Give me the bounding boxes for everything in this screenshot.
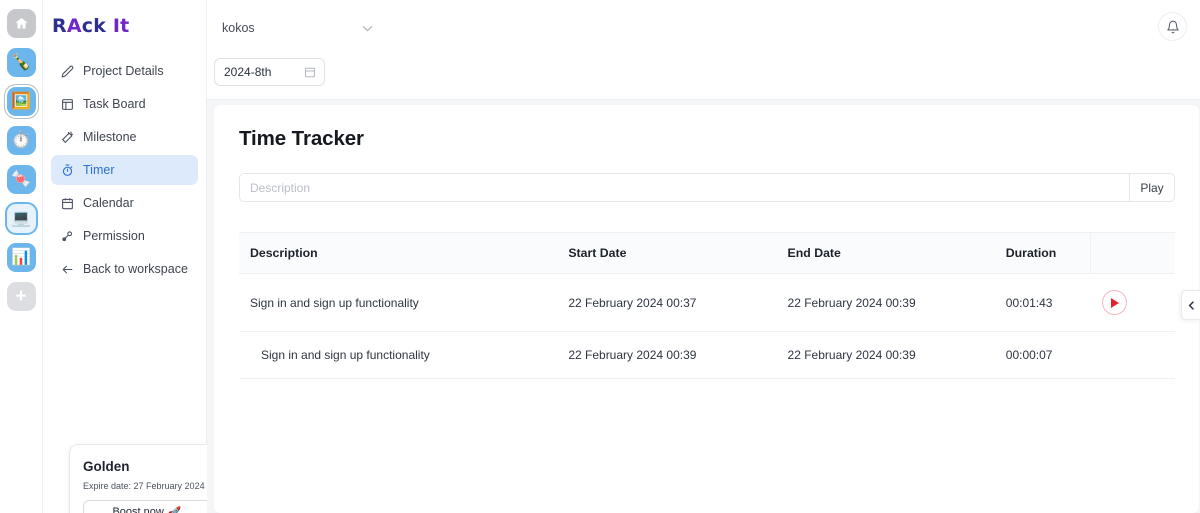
arrow-left-icon bbox=[60, 262, 74, 276]
sidebar-item-label: Timer bbox=[83, 163, 115, 177]
golden-plan-card: Golden Expire date: 27 February 2024 Boo… bbox=[69, 444, 225, 513]
play-triangle-icon bbox=[1111, 297, 1120, 308]
logo-part-1: R bbox=[52, 15, 67, 37]
sidebar-item-timer[interactable]: Timer bbox=[51, 155, 198, 185]
calendar-icon bbox=[305, 67, 315, 78]
sidebar-item-back-to-workspace[interactable]: Back to workspace bbox=[51, 254, 198, 284]
sidebar-item-project-details[interactable]: Project Details bbox=[51, 56, 198, 86]
table-body: Sign in and sign up functionality 22 Feb… bbox=[239, 273, 1175, 379]
description-input[interactable] bbox=[239, 173, 1129, 202]
table-head: Description Start Date End Date Duration bbox=[239, 232, 1175, 274]
cell-start-date: 22 February 2024 00:37 bbox=[557, 273, 777, 332]
chevron-left-icon bbox=[1188, 300, 1194, 310]
sidebar-item-milestone[interactable]: Milestone bbox=[51, 122, 198, 152]
app-logo-text: RAck It bbox=[52, 15, 129, 37]
project-avatar-gallery[interactable]: 🖼️ bbox=[6, 87, 36, 116]
project-selector[interactable]: kokos bbox=[222, 14, 377, 42]
row-play-button[interactable] bbox=[1101, 290, 1127, 315]
sidebar-item-label: Project Details bbox=[83, 64, 164, 78]
sidebar-nav: Project Details Task Board Milestone Tim… bbox=[43, 52, 206, 284]
chevron-down-icon bbox=[362, 25, 373, 32]
sidebar-item-label: Task Board bbox=[83, 97, 146, 111]
project-avatar-candy[interactable]: 🍬 bbox=[6, 165, 36, 194]
rocket-icon: 🚀 bbox=[167, 506, 182, 513]
stopwatch-icon bbox=[60, 163, 74, 177]
column-header-end-date: End Date bbox=[776, 232, 995, 274]
date-picker-value: 2024-8th bbox=[224, 65, 272, 79]
column-header-actions bbox=[1090, 232, 1175, 274]
cell-start-date: 22 February 2024 00:39 bbox=[557, 331, 777, 379]
project-icon-rail: 🍾 🖼️ ⏱️ 🍬 💻 📊 + bbox=[0, 0, 43, 513]
cell-description: Sign in and sign up functionality bbox=[239, 331, 558, 379]
cell-description: Sign in and sign up functionality bbox=[239, 273, 558, 332]
table-row[interactable]: Sign in and sign up functionality 22 Feb… bbox=[239, 273, 1175, 332]
page-title: Time Tracker bbox=[239, 127, 364, 150]
logo-part-4: It bbox=[112, 15, 130, 37]
cell-actions bbox=[1090, 273, 1175, 332]
main-area: kokos 2024-8th Time Tracker Play Descrip… bbox=[207, 0, 1200, 513]
project-avatar-timer[interactable]: ⏱️ bbox=[6, 126, 36, 155]
sidebar-item-label: Permission bbox=[83, 229, 145, 243]
play-button[interactable]: Play bbox=[1129, 173, 1175, 202]
table-header-row: Description Start Date End Date Duration bbox=[239, 232, 1175, 274]
date-picker-input[interactable]: 2024-8th bbox=[214, 58, 325, 86]
column-header-duration: Duration bbox=[994, 232, 1091, 274]
home-icon[interactable] bbox=[6, 9, 36, 38]
project-avatar-bottle[interactable]: 🍾 bbox=[6, 48, 36, 77]
time-entries-table: Description Start Date End Date Duration… bbox=[239, 232, 1175, 379]
table-row[interactable]: Sign in and sign up functionality 22 Feb… bbox=[239, 331, 1175, 379]
project-avatar-laptop[interactable]: 💻 bbox=[6, 204, 36, 233]
cell-duration: 00:01:43 bbox=[994, 273, 1091, 332]
boost-now-label: Boost now bbox=[112, 506, 164, 513]
collapse-panel-button[interactable] bbox=[1181, 290, 1200, 320]
tracker-input-row: Play bbox=[239, 173, 1175, 202]
sidebar-item-label: Milestone bbox=[83, 130, 137, 144]
sidebar-item-calendar[interactable]: Calendar bbox=[51, 188, 198, 218]
column-header-description: Description bbox=[239, 232, 558, 274]
pencil-icon bbox=[60, 64, 74, 78]
content-wrapper: Time Tracker Play Description Start Date… bbox=[207, 100, 1200, 513]
project-selector-value: kokos bbox=[222, 21, 255, 35]
boost-now-button[interactable]: Boost now 🚀 bbox=[83, 500, 211, 513]
cell-end-date: 22 February 2024 00:39 bbox=[776, 273, 995, 332]
cell-end-date: 22 February 2024 00:39 bbox=[776, 331, 995, 379]
board-icon bbox=[60, 97, 74, 111]
magic-wand-icon bbox=[60, 130, 74, 144]
cell-actions bbox=[1090, 331, 1175, 379]
sidebar: RAck It Project Details Task Board Miles… bbox=[43, 0, 225, 513]
golden-plan-title: Golden bbox=[83, 459, 130, 474]
sidebar-item-task-board[interactable]: Task Board bbox=[51, 89, 198, 119]
add-project-button[interactable]: + bbox=[6, 282, 36, 311]
column-header-start-date: Start Date bbox=[557, 232, 777, 274]
cell-duration: 00:00:07 bbox=[994, 331, 1091, 379]
logo-part-3: ck bbox=[81, 15, 107, 37]
calendar-icon bbox=[60, 196, 74, 210]
logo-part-2: A bbox=[66, 15, 82, 37]
time-tracker-card: Time Tracker Play Description Start Date… bbox=[214, 105, 1199, 513]
notifications-button[interactable] bbox=[1158, 12, 1187, 41]
project-avatar-chart[interactable]: 📊 bbox=[6, 243, 36, 272]
key-node-icon bbox=[60, 229, 74, 243]
topbar: kokos 2024-8th bbox=[207, 0, 1200, 100]
sidebar-item-label: Calendar bbox=[83, 196, 134, 210]
app-logo[interactable]: RAck It bbox=[43, 0, 206, 52]
golden-plan-expire: Expire date: 27 February 2024 bbox=[83, 481, 205, 491]
sidebar-item-permission[interactable]: Permission bbox=[51, 221, 198, 251]
sidebar-item-label: Back to workspace bbox=[83, 262, 188, 276]
bell-icon bbox=[1166, 20, 1179, 33]
